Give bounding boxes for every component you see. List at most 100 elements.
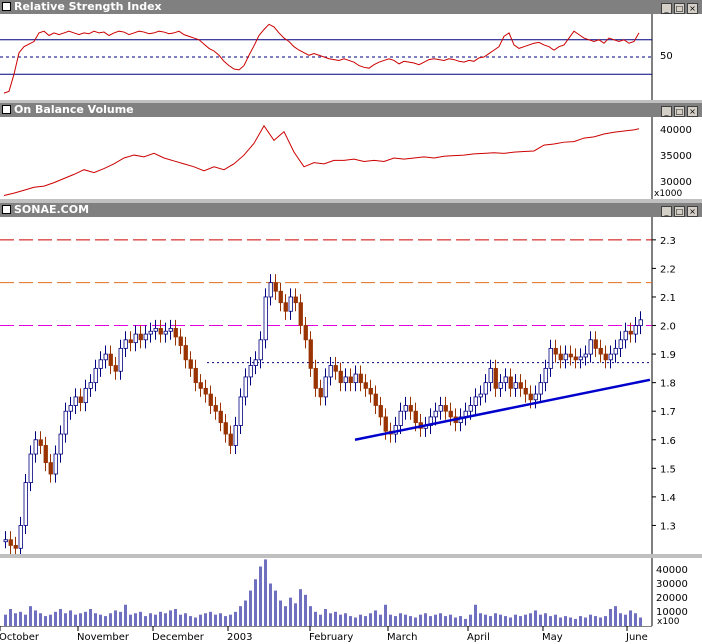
price-tick: 1.9 <box>660 350 676 361</box>
price-candle <box>603 353 608 361</box>
volume-bar <box>4 614 7 626</box>
volume-bar <box>454 617 457 626</box>
price-candle <box>138 333 143 341</box>
price-candle <box>343 376 348 384</box>
month-label: October <box>0 632 40 643</box>
volume-bar <box>314 611 317 626</box>
price-candle <box>13 545 18 549</box>
price-candle <box>253 359 258 366</box>
price-candle <box>208 393 213 406</box>
price-tick: 2.1 <box>660 293 676 304</box>
price-candle <box>408 405 413 412</box>
price-candle <box>608 353 613 361</box>
price-candle <box>498 382 503 389</box>
volume-bar <box>569 617 572 626</box>
volume-bar <box>149 613 152 626</box>
minimize-icon[interactable]: _ <box>661 3 672 14</box>
maximize-icon[interactable]: □ <box>674 3 685 14</box>
month-label: November <box>77 632 130 643</box>
volume-bar <box>74 614 77 626</box>
panel-menu-icon[interactable] <box>2 205 11 214</box>
volume-bar <box>499 614 502 626</box>
price-candle <box>8 539 13 546</box>
price-candle <box>173 327 178 338</box>
month-label: February <box>309 632 353 643</box>
volume-bar <box>349 616 352 626</box>
price-candle <box>133 333 138 344</box>
price-panel: 2.3 2.2 2.1 2.0 1.9 1.8 1.7 1.6 1.5 1.4 1.3 <box>0 217 702 554</box>
volume-bar <box>429 616 432 626</box>
volume-bar <box>554 614 557 626</box>
price-candle <box>563 353 568 361</box>
volume-bar <box>249 590 252 626</box>
volume-bar <box>459 616 462 626</box>
price-candle <box>73 396 78 406</box>
volume-bar <box>134 613 137 626</box>
price-candle <box>153 327 158 332</box>
price-candle <box>148 330 153 335</box>
price-candle <box>573 356 578 361</box>
month-label: December <box>152 632 205 643</box>
volume-bar <box>184 613 187 626</box>
volume-bar <box>254 579 257 626</box>
volume-bar <box>509 617 512 626</box>
volume-bar <box>224 616 227 626</box>
price-candle <box>103 353 108 361</box>
price-candle <box>538 382 543 395</box>
obv-tick-35000: 35000 <box>660 151 692 162</box>
price-candle <box>168 327 173 332</box>
price-chart: 2.3 2.2 2.1 2.0 1.9 1.8 1.7 1.6 1.5 1.4 1.3 <box>0 217 676 554</box>
volume-chart: 40000 30000 20000 10000 x100 <box>0 558 688 626</box>
price-tick: 1.4 <box>660 493 676 504</box>
price-candle <box>438 405 443 412</box>
volume-bar <box>394 616 397 626</box>
minimize-icon[interactable]: _ <box>661 206 672 217</box>
volume-bar <box>179 614 182 626</box>
volume-bar <box>34 610 37 626</box>
price-candle <box>183 345 188 361</box>
volume-bar <box>574 618 577 626</box>
price-title: SONAE.COM <box>14 203 90 216</box>
maximize-icon[interactable]: □ <box>674 206 685 217</box>
obv-chart: 40000 35000 30000 x1000 <box>0 117 692 199</box>
volume-bar <box>529 613 532 626</box>
panel-menu-icon[interactable] <box>2 105 11 114</box>
price-candle <box>398 410 403 426</box>
obv-titlebar: On Balance Volume _ □ × <box>0 103 702 117</box>
volume-bar <box>419 614 422 626</box>
price-tick: 1.3 <box>660 521 676 532</box>
price-candle <box>533 393 538 401</box>
volume-bar <box>354 617 357 626</box>
volume-bar <box>39 613 42 626</box>
price-candle <box>238 396 243 426</box>
obv-panel: 40000 35000 30000 x1000 <box>0 117 702 199</box>
rsi-titlebar: Relative Strength Index _ □ × <box>0 0 702 14</box>
volume-bar <box>449 614 452 626</box>
volume-bar <box>299 589 302 626</box>
maximize-icon[interactable]: □ <box>674 106 685 117</box>
close-icon[interactable]: × <box>687 106 698 117</box>
price-candle <box>123 339 128 349</box>
volume-bar <box>24 614 27 626</box>
price-tick: 2.2 <box>660 264 676 275</box>
volume-panel: 40000 30000 20000 10000 x100 <box>0 558 702 626</box>
price-candle <box>613 347 618 355</box>
volume-bar <box>579 616 582 626</box>
price-titlebar: SONAE.COM _ □ × <box>0 203 702 217</box>
price-candle <box>348 376 353 384</box>
volume-bar <box>169 610 172 626</box>
volume-bar <box>329 613 332 626</box>
price-candle <box>473 396 478 406</box>
volume-bar <box>534 610 537 626</box>
price-candle <box>203 387 208 395</box>
price-candle <box>623 330 628 341</box>
price-candle <box>593 339 598 349</box>
panel-menu-icon[interactable] <box>2 2 11 11</box>
price-candle <box>373 393 378 406</box>
price-candle <box>263 296 268 341</box>
close-icon[interactable]: × <box>687 3 698 14</box>
close-icon[interactable]: × <box>687 206 698 217</box>
price-candle <box>248 365 253 378</box>
minimize-icon[interactable]: _ <box>661 106 672 117</box>
volume-bar <box>464 618 467 626</box>
